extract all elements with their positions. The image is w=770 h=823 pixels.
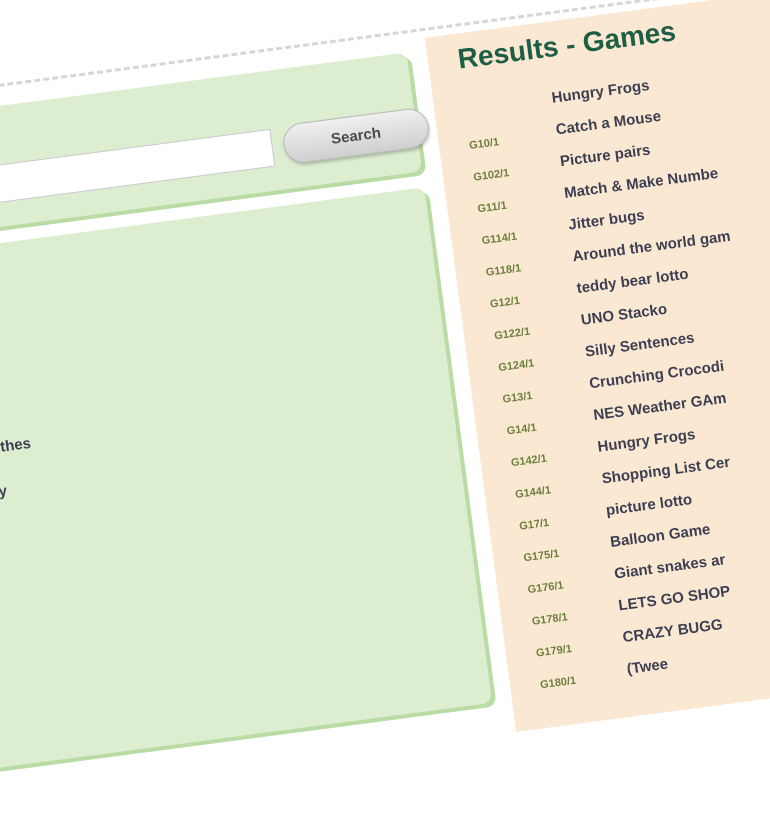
results-table: Hungry Frogs G10/1 Catch a Mouse G102/1 Pict… [462,61,770,696]
categories-panel: gories dapted aby Play ibrary Books Cons… [0,187,493,784]
page-canvas: n Search gories dapted aby Play ibrary B… [0,0,770,813]
category-item[interactable]: Jigsaws [0,520,44,561]
category-list: dapted aby Play ibrary Books Constructio… [0,346,44,562]
search-button[interactable]: Search [280,106,431,166]
results-title: Results - Games [455,15,678,75]
search-input[interactable] [0,128,276,213]
